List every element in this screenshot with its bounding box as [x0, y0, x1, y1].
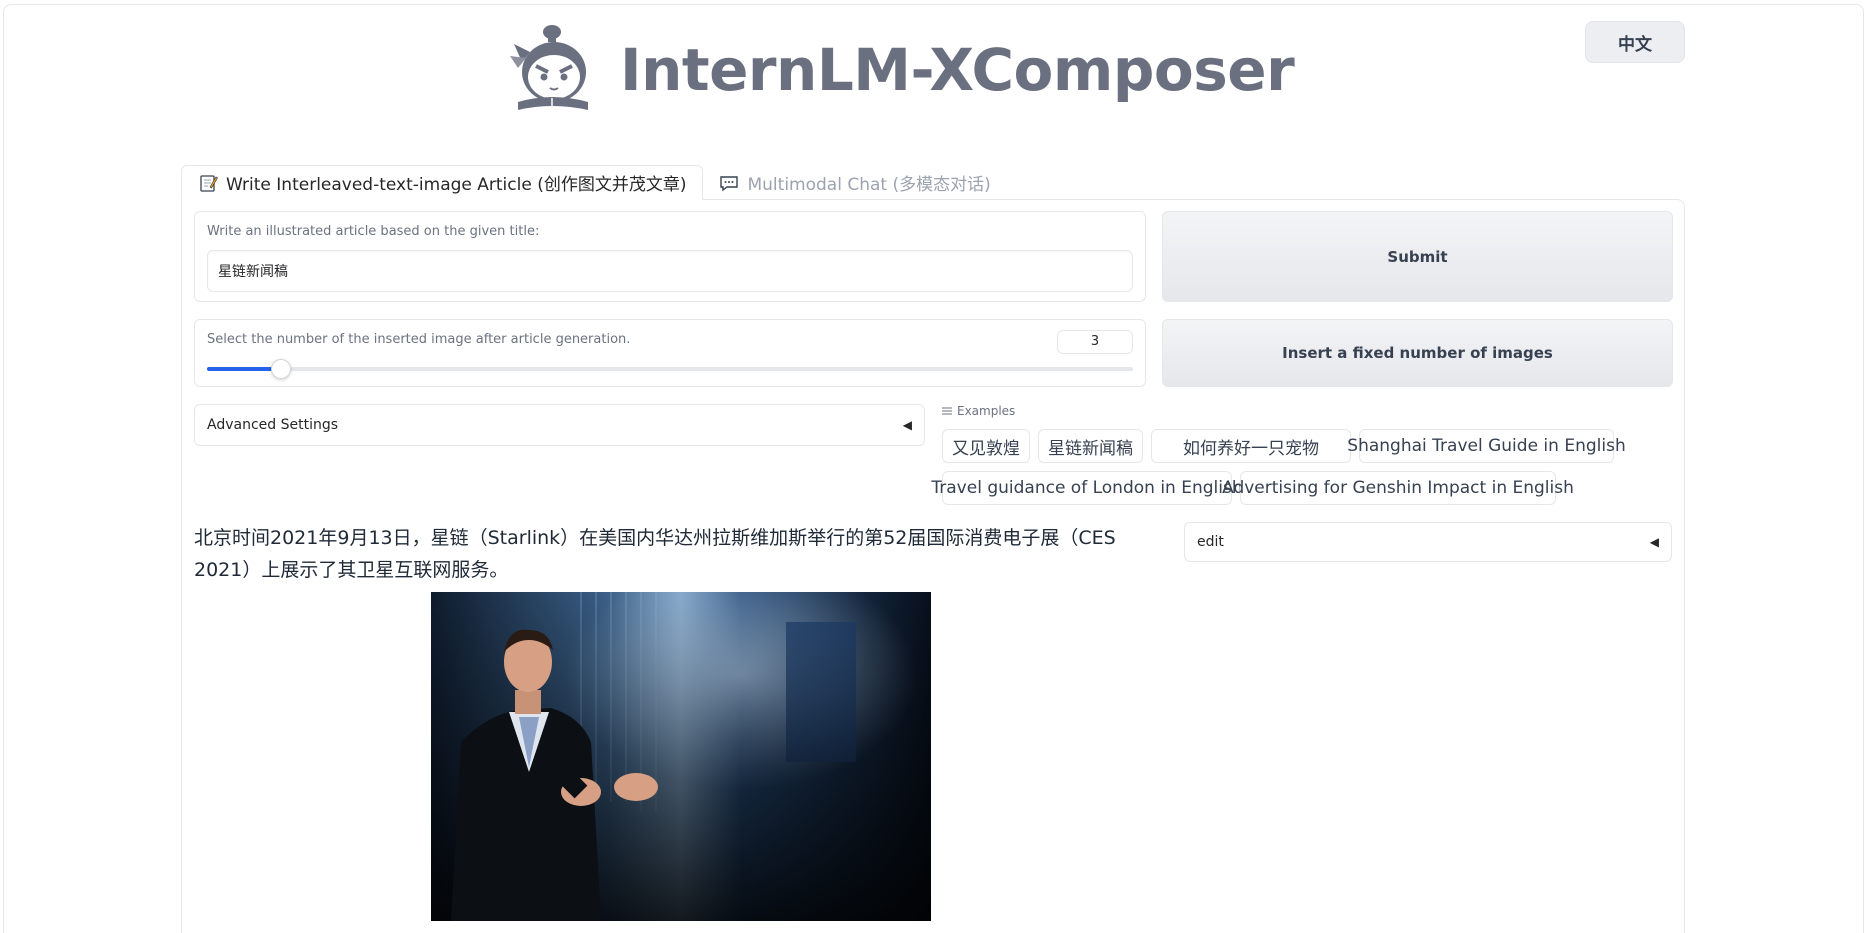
collapse-caret-icon: ◀: [1649, 535, 1659, 549]
insert-fixed-images-button[interactable]: Insert a fixed number of images: [1162, 319, 1673, 387]
title-field-label: Write an illustrated article based on th…: [207, 224, 540, 239]
examples-section: Examples 又见敦煌 星链新闻稿 如何养好一只宠物 Shanghai Tr…: [931, 404, 1682, 505]
collapse-caret-icon: ◀: [902, 418, 912, 432]
advanced-settings-label: Advanced Settings: [207, 417, 339, 433]
edit-label: edit: [1197, 534, 1224, 550]
app-header: InternLM-XComposer: [504, 20, 1295, 120]
title-input[interactable]: [207, 250, 1133, 292]
submit-button[interactable]: Submit: [1162, 211, 1673, 302]
mascot-logo-icon: [510, 25, 588, 110]
article-paragraph: 北京时间2021年9月13日，星链（Starlink）在美国内华达州拉斯维加斯举…: [194, 527, 1116, 581]
image-count-slider-fill: [207, 367, 282, 371]
tab-multimodal-chat[interactable]: Multimodal Chat (多模态对话): [703, 165, 1006, 200]
image-count-number-input[interactable]: 3: [1057, 330, 1133, 354]
tab-multimodal-chat-label: Multimodal Chat (多模态对话): [747, 175, 991, 195]
chat-bubble-icon: [720, 175, 739, 191]
image-count-label: Select the number of the inserted image …: [207, 332, 631, 347]
example-chip[interactable]: 又见敦煌: [942, 429, 1030, 463]
example-chip[interactable]: Travel guidance of London in English: [931, 471, 1243, 505]
examples-row-2: Travel guidance of London in English Adv…: [931, 471, 1574, 505]
image-count-card: Select the number of the inserted image …: [194, 319, 1146, 387]
tab-write-article-label: Write Interleaved-text-image Article (创作…: [226, 175, 687, 195]
examples-row-1: 又见敦煌 星链新闻稿 如何养好一只宠物 Shanghai Travel Guid…: [942, 429, 1626, 463]
example-chip[interactable]: Advertising for Genshin Impact in Englis…: [1222, 471, 1574, 505]
speaker-photo-illustration: [431, 592, 931, 921]
list-icon: [942, 407, 952, 415]
edit-accordion[interactable]: edit ◀: [1184, 522, 1672, 562]
article-image: [431, 592, 931, 921]
app-title: InternLM-XComposer: [620, 36, 1295, 104]
memo-icon: [200, 174, 218, 192]
title-field-card: Write an illustrated article based on th…: [194, 211, 1146, 302]
example-chip[interactable]: 如何养好一只宠物: [1151, 429, 1351, 463]
language-toggle-button[interactable]: 中文: [1585, 21, 1685, 63]
image-count-slider-thumb[interactable]: [271, 359, 292, 379]
tab-write-article[interactable]: Write Interleaved-text-image Article (创作…: [181, 165, 704, 200]
example-chip[interactable]: 星链新闻稿: [1038, 429, 1143, 463]
example-chip[interactable]: Shanghai Travel Guide in English: [1347, 429, 1626, 463]
examples-label: Examples: [957, 404, 1016, 418]
tab-bar: Write Interleaved-text-image Article (创作…: [181, 165, 1007, 200]
image-count-slider-track[interactable]: [207, 359, 1133, 379]
advanced-settings-accordion[interactable]: Advanced Settings ◀: [194, 404, 925, 446]
examples-header: Examples: [942, 404, 1682, 418]
